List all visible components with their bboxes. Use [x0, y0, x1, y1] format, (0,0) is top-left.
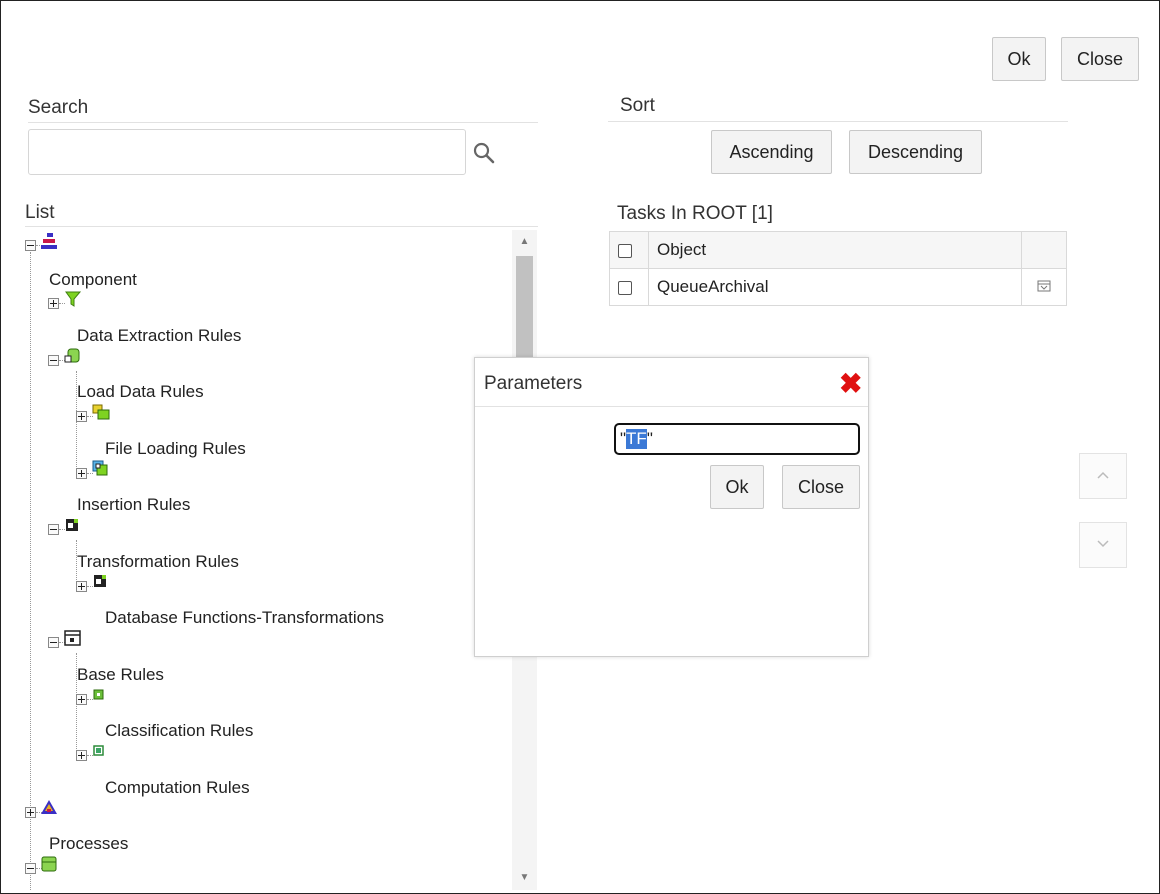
transform-icon	[92, 573, 112, 589]
ascending-button[interactable]: Ascending	[711, 130, 832, 174]
tasks-table: Object QueueArchival	[609, 231, 1067, 306]
sort-divider	[608, 121, 1068, 122]
tree-label-base-rules[interactable]: Base Rules	[77, 665, 164, 685]
sort-heading: Sort	[620, 95, 655, 116]
tree-expand-toggle[interactable]	[48, 298, 59, 309]
dialog-divider	[475, 406, 868, 407]
select-all-cell	[609, 231, 649, 269]
tree-label-classification-rules[interactable]: Classification Rules	[105, 721, 253, 741]
parameters-icon[interactable]	[1037, 277, 1051, 297]
dialog-title: Parameters	[484, 373, 583, 394]
tree-connector	[30, 252, 31, 890]
tree-label-processes[interactable]: Processes	[49, 834, 128, 854]
row-checkbox-cell	[609, 268, 649, 306]
tree-collapse-toggle[interactable]	[25, 240, 36, 251]
tree-expand-toggle[interactable]	[76, 750, 87, 761]
tree-label-component[interactable]: Component	[49, 270, 137, 290]
tree-collapse-toggle[interactable]	[25, 863, 36, 874]
tree-label-file-loading-rules[interactable]: File Loading Rules	[105, 439, 246, 459]
filter-icon	[64, 291, 84, 307]
tree-expand-toggle[interactable]	[76, 581, 87, 592]
parameter-input[interactable]: " TF "	[614, 423, 860, 455]
close-button[interactable]: Close	[1061, 37, 1139, 81]
move-down-button[interactable]	[1079, 522, 1127, 568]
dialog-ok-button[interactable]: Ok	[710, 465, 764, 509]
component-tree: Component Data Extraction Rules Load Dat…	[22, 230, 537, 890]
column-header-actions	[1021, 231, 1067, 269]
tree-label-data-extraction-rules[interactable]: Data Extraction Rules	[77, 326, 241, 346]
tree-label-transformation-rules[interactable]: Transformation Rules	[77, 552, 239, 572]
chevron-up-icon	[1096, 467, 1110, 485]
file-load-icon	[92, 404, 112, 420]
move-up-button[interactable]	[1079, 453, 1127, 499]
search-heading: Search	[28, 97, 89, 118]
tree-expand-toggle[interactable]	[76, 694, 87, 705]
select-all-checkbox[interactable]	[618, 243, 632, 258]
tree-label-insertion-rules[interactable]: Insertion Rules	[77, 495, 190, 515]
parameter-input-selection: TF	[626, 429, 647, 449]
tree-collapse-toggle[interactable]	[48, 524, 59, 535]
tree-label-database-functions-transformations[interactable]: Database Functions-Transformations	[105, 608, 384, 628]
close-icon[interactable]: ✖	[839, 370, 862, 398]
tree-label-computation-rules[interactable]: Computation Rules	[105, 778, 250, 798]
row-action-cell	[1021, 268, 1067, 306]
tree-expand-toggle[interactable]	[76, 468, 87, 479]
scroll-up-arrow-icon[interactable]: ▲	[512, 236, 537, 247]
rule-icon	[64, 630, 84, 646]
list-divider	[25, 226, 538, 227]
process-icon	[40, 799, 60, 815]
table-row[interactable]: QueueArchival	[609, 268, 1067, 306]
tree-collapse-toggle[interactable]	[48, 355, 59, 366]
computation-icon	[92, 743, 112, 759]
parameters-dialog: Parameters ✖ " TF " Ok Close	[474, 357, 869, 657]
list-heading: List	[25, 202, 55, 223]
stack-icon	[40, 856, 60, 872]
search-input[interactable]	[28, 129, 466, 175]
task-name[interactable]: QueueArchival	[648, 268, 1022, 306]
classification-icon	[92, 687, 112, 703]
search-icon[interactable]	[472, 141, 496, 165]
row-checkbox[interactable]	[618, 280, 632, 295]
database-icon	[64, 348, 84, 364]
parameter-input-suffix: "	[646, 429, 653, 448]
tree-label-load-data-rules[interactable]: Load Data Rules	[77, 382, 204, 402]
ok-button[interactable]: Ok	[992, 37, 1046, 81]
insert-icon	[92, 460, 112, 476]
dialog-close-button[interactable]: Close	[782, 465, 860, 509]
tasks-heading: Tasks In ROOT [1]	[617, 203, 773, 224]
scroll-down-arrow-icon[interactable]: ▼	[512, 872, 537, 883]
tree-collapse-toggle[interactable]	[48, 637, 59, 648]
column-header-object[interactable]: Object	[648, 231, 1022, 269]
descending-button[interactable]: Descending	[849, 130, 982, 174]
tree-expand-toggle[interactable]	[25, 807, 36, 818]
table-header-row: Object	[609, 231, 1067, 269]
chevron-down-icon	[1096, 536, 1110, 554]
hierarchy-icon	[40, 233, 60, 249]
tree-expand-toggle[interactable]	[76, 411, 87, 422]
transform-icon	[64, 517, 84, 533]
search-divider	[28, 122, 538, 123]
